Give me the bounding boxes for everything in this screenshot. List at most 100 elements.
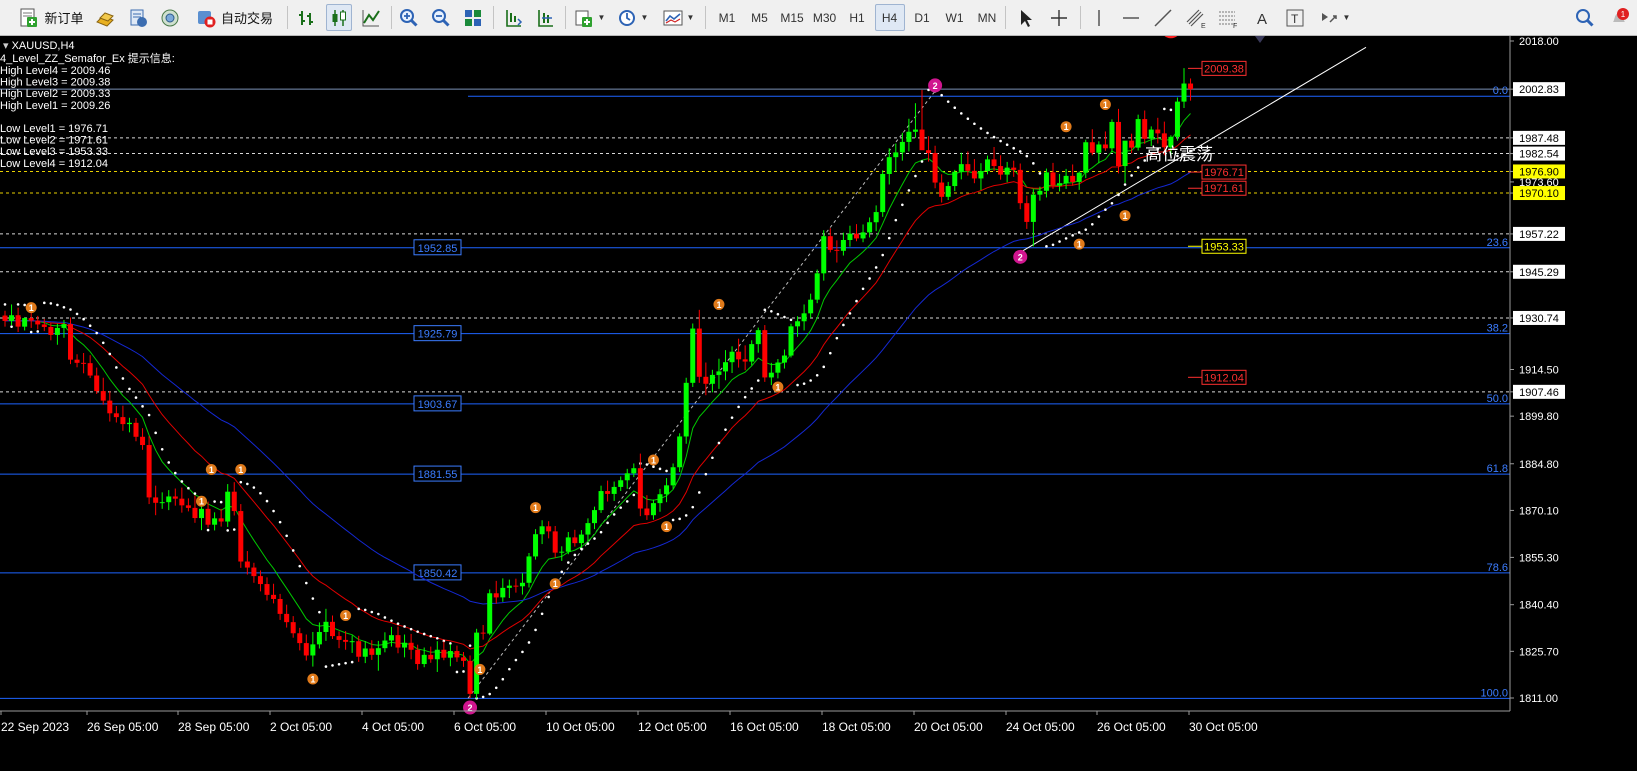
autoscroll-button[interactable] bbox=[532, 4, 558, 31]
sar-dot bbox=[10, 325, 13, 328]
timeframe-mn-button[interactable]: MN bbox=[972, 4, 1002, 31]
chart-shift-button[interactable] bbox=[500, 4, 526, 31]
candle-body bbox=[912, 129, 918, 132]
trendline-button[interactable] bbox=[1150, 4, 1176, 31]
sar-dot bbox=[1110, 201, 1114, 205]
candlestick-button[interactable] bbox=[326, 4, 352, 31]
candle-body bbox=[493, 593, 499, 598]
timeframe-h4-button[interactable]: H4 bbox=[874, 4, 905, 31]
sar-dot bbox=[599, 530, 603, 534]
sar-dot bbox=[147, 413, 151, 417]
sar-dot bbox=[586, 542, 590, 545]
fib-label: 38.2 bbox=[1487, 323, 1508, 335]
sar-dot bbox=[285, 534, 288, 538]
candle-body bbox=[801, 313, 807, 322]
price-box-label: 1907.46 bbox=[1519, 387, 1559, 399]
timeframe-h1-button[interactable]: H1 bbox=[842, 4, 872, 31]
sar-dot bbox=[43, 301, 46, 305]
candle-body bbox=[808, 299, 814, 314]
time-tick-label: 16 Oct 05:00 bbox=[730, 720, 799, 734]
chevron-down-icon: ▼ bbox=[597, 13, 606, 22]
candle-body bbox=[48, 326, 54, 335]
zoom-in-button[interactable] bbox=[396, 4, 422, 31]
price-box-label: 1982.54 bbox=[1519, 149, 1559, 161]
zoom-out-button[interactable] bbox=[428, 4, 454, 31]
bar-chart-button[interactable] bbox=[294, 4, 320, 31]
indicator-info-line: Low Level1 = 1976.71 bbox=[0, 123, 108, 135]
candle-body bbox=[1017, 169, 1023, 204]
time-tick-label: 6 Oct 05:00 bbox=[454, 720, 516, 734]
cursor-button[interactable] bbox=[1012, 4, 1038, 31]
candle-body bbox=[939, 182, 945, 197]
candle-body bbox=[22, 318, 28, 327]
timeframe-m1-button[interactable]: M1 bbox=[712, 4, 742, 31]
candle-body bbox=[434, 649, 440, 660]
horizontal-line-button[interactable] bbox=[1118, 4, 1144, 31]
candle-body bbox=[264, 584, 270, 595]
sar-dot bbox=[29, 330, 33, 334]
semafor-label: 1 bbox=[310, 674, 315, 684]
candle-body bbox=[539, 526, 545, 535]
sar-dot bbox=[671, 518, 675, 522]
indicator-info-line: Low Level4 = 1912.04 bbox=[0, 158, 108, 170]
sar-dot bbox=[979, 127, 983, 130]
price-chart[interactable]: 0.0 23.6 38.2 50.0 61.8 78.6 100.0 1952.85 1925.… bbox=[0, 36, 1637, 771]
templates-button[interactable]: ▼ bbox=[659, 4, 697, 31]
search-button[interactable] bbox=[1572, 4, 1598, 31]
vertical-line-button[interactable] bbox=[1086, 4, 1112, 31]
price-highlight-label: 1970.10 bbox=[1519, 188, 1559, 200]
candle-body bbox=[1083, 142, 1089, 173]
indicators-icon bbox=[575, 10, 592, 27]
signals-button[interactable] bbox=[158, 4, 182, 31]
candle-body bbox=[703, 376, 709, 384]
sar-dot bbox=[1071, 234, 1074, 237]
fib-price-label: 1881.55 bbox=[418, 469, 458, 481]
timeframe-m5-button[interactable]: M5 bbox=[745, 4, 775, 31]
timeframe-w1-button[interactable]: W1 bbox=[940, 4, 970, 31]
time-tick-label: 4 Oct 05:00 bbox=[362, 720, 424, 734]
sar-dot bbox=[324, 665, 328, 668]
arrows-button[interactable]: ▼ bbox=[1314, 4, 1354, 31]
sar-dot bbox=[619, 506, 622, 509]
sar-dot bbox=[868, 277, 871, 280]
candle-body bbox=[1030, 194, 1036, 222]
autotrade-button[interactable]: 自动交易 bbox=[190, 4, 278, 31]
sar-dot bbox=[311, 597, 315, 600]
line-chart-button[interactable] bbox=[358, 4, 384, 31]
sar-dot bbox=[101, 341, 105, 345]
svg-text:T: T bbox=[1291, 12, 1299, 26]
sar-dot bbox=[901, 203, 904, 207]
timeframe-m30-button[interactable]: M30 bbox=[810, 4, 840, 31]
sar-dot bbox=[206, 528, 210, 532]
candle-body bbox=[533, 534, 539, 557]
sar-dot bbox=[999, 139, 1002, 143]
sar-dot bbox=[1084, 228, 1088, 231]
semafor-label: 1 bbox=[343, 611, 348, 621]
sar-dot bbox=[318, 610, 321, 614]
candle-body bbox=[985, 159, 990, 172]
tile-windows-button[interactable] bbox=[460, 4, 486, 31]
candle-body bbox=[1181, 83, 1187, 102]
candle-body bbox=[107, 400, 113, 414]
timeframe-m15-button[interactable]: M15 bbox=[777, 4, 807, 31]
sar-dot bbox=[134, 396, 138, 399]
sar-dot bbox=[737, 405, 740, 409]
periods-button[interactable]: ▼ bbox=[614, 4, 650, 31]
new-order-button[interactable]: 新订单 bbox=[14, 4, 88, 31]
notifications-button[interactable]: 1 bbox=[1604, 4, 1634, 31]
candle-body bbox=[153, 497, 159, 503]
candle-body bbox=[100, 391, 106, 401]
candle-body bbox=[1122, 140, 1128, 167]
indicators-button[interactable]: ▼ bbox=[571, 4, 607, 31]
text-button[interactable]: A bbox=[1250, 4, 1276, 31]
text-label-button[interactable]: T bbox=[1282, 4, 1308, 31]
timeframe-d1-button[interactable]: D1 bbox=[907, 4, 937, 31]
equidistant-channel-button[interactable]: E bbox=[1182, 4, 1210, 31]
fibonacci-button[interactable]: F bbox=[1214, 4, 1242, 31]
sar-dot bbox=[809, 379, 812, 382]
crosshair-button[interactable] bbox=[1046, 4, 1072, 31]
history-button[interactable] bbox=[126, 4, 150, 31]
gold-bars-button[interactable] bbox=[93, 4, 117, 31]
candle-body bbox=[375, 648, 381, 655]
candle-body bbox=[461, 657, 466, 661]
